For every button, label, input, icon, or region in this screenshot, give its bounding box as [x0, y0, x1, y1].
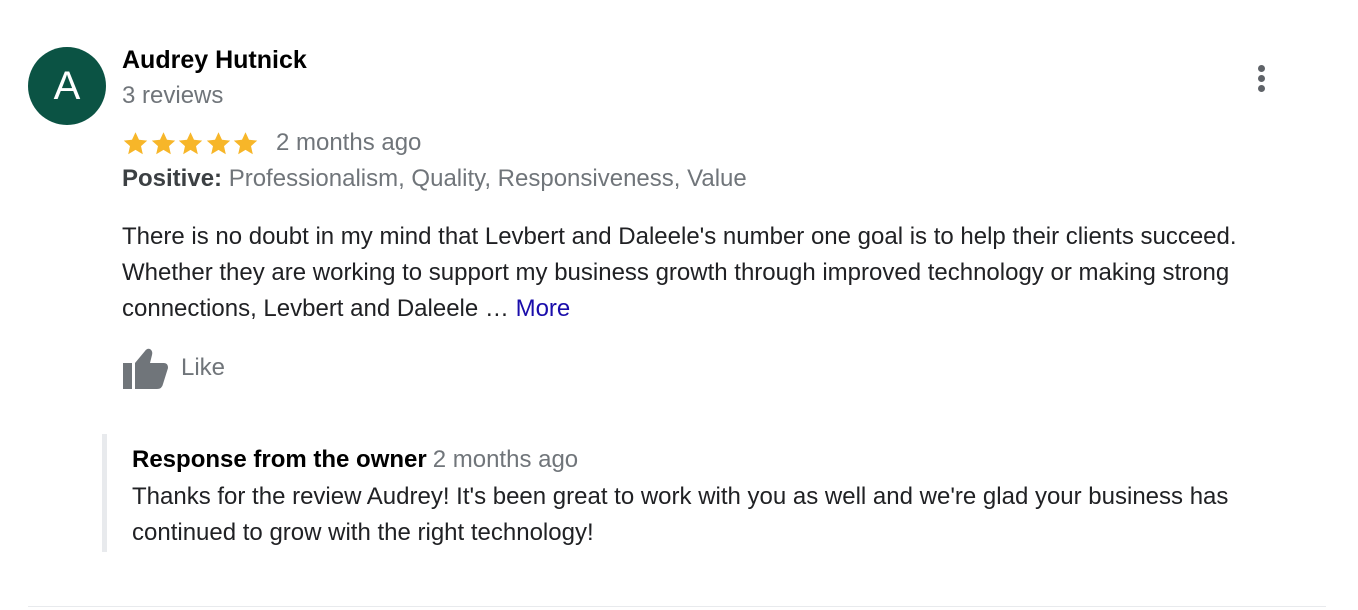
reviewer-review-count[interactable]: 3 reviews: [122, 82, 223, 110]
attributes-values: Professionalism, Quality, Responsiveness…: [222, 165, 747, 192]
owner-response-text: Thanks for the review Audrey! It's been …: [132, 483, 1229, 546]
star-icon: [178, 131, 203, 154]
avatar[interactable]: A: [28, 47, 106, 125]
owner-response-header: Response from the owner 2 months ago: [132, 446, 578, 474]
star-icon: [123, 131, 148, 154]
more-vert-icon-dot: [1258, 75, 1265, 82]
divider: [28, 606, 1326, 607]
star-icon: [234, 131, 258, 154]
thumbs-up-icon: [123, 348, 168, 389]
review-date: 2 months ago: [275, 129, 422, 156]
rating-row: 2 months ago: [122, 126, 421, 160]
owner-response-date: 2 months ago: [432, 446, 579, 473]
attributes-label: Positive:: [122, 165, 223, 192]
star-icon: [151, 131, 175, 154]
like-label: Like: [181, 354, 226, 381]
review-body: There is no doubt in my mind that Levber…: [122, 223, 1237, 322]
owner-response: Response from the owner 2 months ago Than…: [102, 434, 1333, 552]
review-attributes: Positive: Professionalism, Quality, Resp…: [122, 165, 747, 193]
like-button[interactable]: Like: [121, 346, 225, 390]
review-text: There is no doubt in my mind that Levber…: [122, 219, 1282, 327]
star-rating: [122, 130, 260, 157]
more-vert-icon: [1258, 65, 1265, 72]
more-vert-icon-dot: [1258, 85, 1265, 92]
owner-response-title: Response from the owner: [132, 446, 427, 473]
reviewer-name[interactable]: Audrey Hutnick: [122, 46, 307, 75]
star-icon: [206, 131, 230, 154]
more-link[interactable]: More: [516, 295, 571, 322]
more-options-button[interactable]: [1246, 60, 1278, 98]
